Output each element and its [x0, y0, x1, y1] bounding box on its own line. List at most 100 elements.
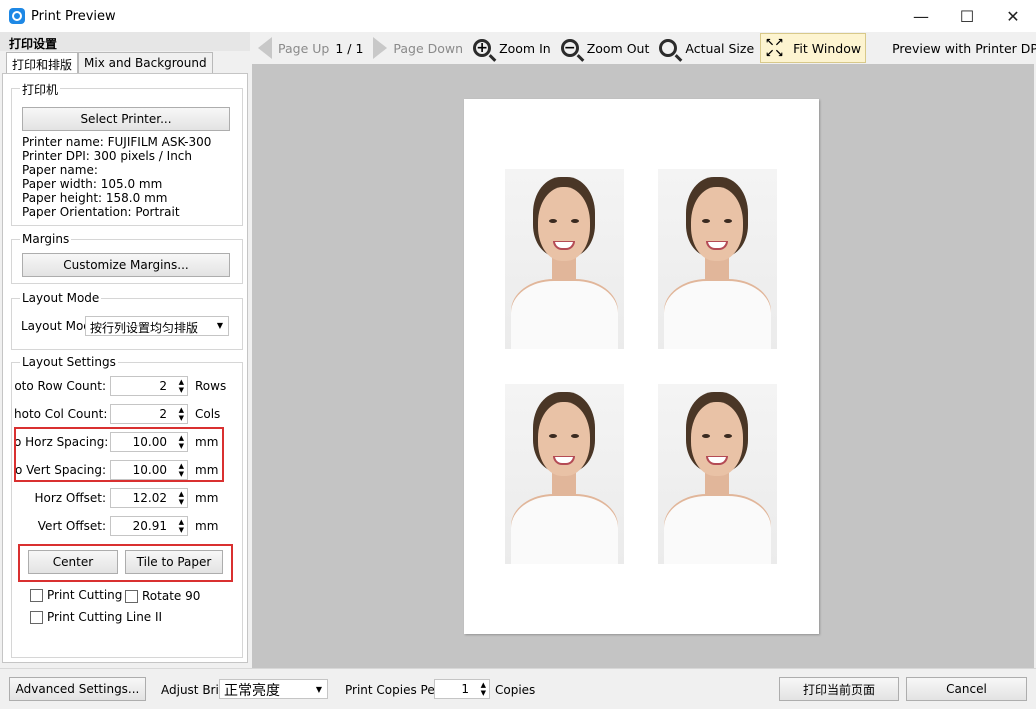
paper-sheet [464, 99, 819, 634]
preview-toolbar: Page Up 1 / 1 Page Down + Zoom In − Zoom… [250, 32, 1036, 64]
printer-dpi: Printer DPI: 300 pixels / Inch [22, 149, 192, 163]
id-photo [505, 169, 624, 349]
select-printer-button[interactable]: Select Printer... [22, 107, 230, 131]
spin-arrows-icon[interactable]: ▲ ▼ [179, 518, 184, 534]
page-down-button[interactable]: Page Down [373, 37, 463, 59]
chevron-down-icon: ▼ [315, 685, 322, 694]
tab-mix-background[interactable]: Mix and Background [78, 52, 213, 73]
row-count-unit: Rows [195, 379, 227, 393]
rotate-90-label: Rotate 90 [142, 589, 201, 603]
advanced-settings-button[interactable]: Advanced Settings... [9, 677, 146, 701]
spin-arrows-icon[interactable]: ▲ ▼ [481, 681, 486, 697]
brightness-value: 正常亮度 [224, 683, 280, 699]
page-indicator: 1 / 1 [335, 40, 364, 56]
fit-window-button[interactable]: ↖↗ ↙↘ Fit Window [760, 33, 867, 63]
window-controls: — ☐ ✕ [898, 0, 1036, 32]
bottom-bar: Advanced Settings... Adjust Brig 正常亮度 ▼ … [0, 668, 1036, 709]
print-settings-panel: 打印设置 打印和排版 Mix and Background 打印机 Select… [0, 32, 250, 668]
window-title: Print Preview [31, 8, 116, 24]
fit-window-label: Fit Window [793, 40, 862, 56]
app-icon [9, 8, 25, 24]
paper-orientation: Paper Orientation: Portrait [22, 205, 180, 219]
actual-size-label: Actual Size [685, 40, 755, 56]
magnifier-icon [659, 39, 678, 57]
zoom-in-icon: + [473, 39, 492, 57]
vert-offset-unit: mm [195, 519, 219, 533]
col-count-unit: Cols [195, 407, 221, 421]
arrow-right-icon [373, 37, 388, 59]
paper-width: Paper width: 105.0 mm [22, 177, 163, 191]
row-count-value: 2 [159, 379, 167, 393]
preview-dpi-label: Preview with Printer DPI [892, 40, 1036, 56]
spin-arrows-icon[interactable]: ▲ ▼ [179, 406, 184, 422]
print-cutting-line-2-label: Print Cutting Line II [47, 610, 163, 624]
tab-print-layout[interactable]: 打印和排版 [6, 52, 79, 73]
spacing-highlight [14, 427, 224, 482]
close-icon[interactable]: ✕ [990, 0, 1036, 32]
checkbox-box[interactable] [30, 588, 43, 602]
checkbox-box[interactable] [30, 610, 43, 624]
copies-spinner[interactable]: 1 ▲ ▼ [434, 679, 490, 699]
horz-offset-spinner[interactable]: 12.02 ▲ ▼ [110, 488, 188, 508]
spin-arrows-icon[interactable]: ▲ ▼ [179, 490, 184, 506]
zoom-in-label: Zoom In [499, 40, 551, 56]
cancel-button[interactable]: Cancel [906, 677, 1027, 701]
layout-mode-group-title: Layout Mode [20, 291, 102, 305]
vert-offset-value: 20.91 [132, 519, 167, 533]
print-current-page-button[interactable]: 打印当前页面 [779, 677, 899, 701]
layout-mode-select[interactable]: 按行列设置均匀排版 ▼ [85, 316, 229, 336]
tab-content: 打印机 Select Printer... Printer name: FUJI… [2, 73, 248, 663]
margins-group: Margins Customize Margins... [11, 232, 243, 284]
layout-mode-label: Layout Mod [21, 319, 91, 333]
minimize-icon[interactable]: — [898, 0, 944, 32]
print-cutting-line-checkbox[interactable]: Print Cutting L [30, 588, 133, 602]
rotate-90-checkbox[interactable]: Rotate 90 [125, 589, 200, 603]
settings-tabs: 打印和排版 Mix and Background [6, 52, 213, 73]
print-cutting-line-label: Print Cutting L [47, 588, 133, 602]
col-count-value: 2 [159, 407, 167, 421]
printer-name: Printer name: FUJIFILM ASK-300 [22, 135, 212, 149]
customize-margins-button[interactable]: Customize Margins... [22, 253, 230, 277]
vert-offset-spinner[interactable]: 20.91 ▲ ▼ [110, 516, 188, 536]
id-photo [658, 384, 777, 564]
center-button[interactable]: Center [28, 550, 118, 574]
layout-settings-group: Layout Settings oto Row Count: 2 ▲ ▼ Rows … [11, 355, 243, 658]
copies-value: 1 [461, 682, 469, 696]
preview-area[interactable] [252, 64, 1034, 668]
zoom-out-label: Zoom Out [586, 40, 650, 56]
printer-group-title: 打印机 [20, 81, 61, 98]
panel-header: 打印设置 [0, 32, 250, 51]
page-up-button[interactable]: Page Up [258, 37, 329, 59]
arrow-left-icon [258, 37, 272, 59]
brightness-select[interactable]: 正常亮度 ▼ [219, 679, 328, 699]
tile-to-paper-button[interactable]: Tile to Paper [125, 550, 223, 574]
id-photo [505, 384, 624, 564]
print-cutting-line-2-checkbox[interactable]: Print Cutting Line II [30, 610, 162, 624]
margins-group-title: Margins [20, 232, 72, 246]
horz-offset-value: 12.02 [132, 491, 167, 505]
vert-offset-label: Vert Offset: [37, 519, 106, 533]
paper-height: Paper height: 158.0 mm [22, 191, 168, 205]
horz-offset-unit: mm [195, 491, 219, 505]
page-down-label: Page Down [393, 40, 464, 56]
printer-group: 打印机 Select Printer... Printer name: FUJI… [11, 81, 243, 226]
preview-dpi-dropdown[interactable]: Preview with Printer DPI ▼ [892, 41, 1036, 56]
zoom-in-button[interactable]: + Zoom In [473, 39, 551, 57]
col-count-spinner[interactable]: 2 ▲ ▼ [110, 404, 188, 424]
zoom-out-button[interactable]: − Zoom Out [560, 39, 650, 57]
maximize-icon[interactable]: ☐ [944, 0, 990, 32]
layout-settings-group-title: Layout Settings [20, 355, 118, 369]
layout-mode-group: Layout Mode Layout Mod 按行列设置均匀排版 ▼ [11, 291, 243, 350]
zoom-out-icon: − [560, 39, 579, 57]
horz-offset-label: Horz Offset: [34, 491, 106, 505]
spin-arrows-icon[interactable]: ▲ ▼ [179, 378, 184, 394]
checkbox-box[interactable] [125, 589, 138, 603]
page-up-label: Page Up [278, 40, 330, 56]
actual-size-button[interactable]: Actual Size [659, 39, 754, 57]
paper-name: Paper name: [22, 163, 98, 177]
col-count-label: hoto Col Count: [14, 407, 108, 421]
id-photo [658, 169, 777, 349]
fit-window-icon: ↖↗ ↙↘ [765, 36, 784, 60]
copies-unit: Copies [495, 683, 536, 697]
row-count-spinner[interactable]: 2 ▲ ▼ [110, 376, 188, 396]
